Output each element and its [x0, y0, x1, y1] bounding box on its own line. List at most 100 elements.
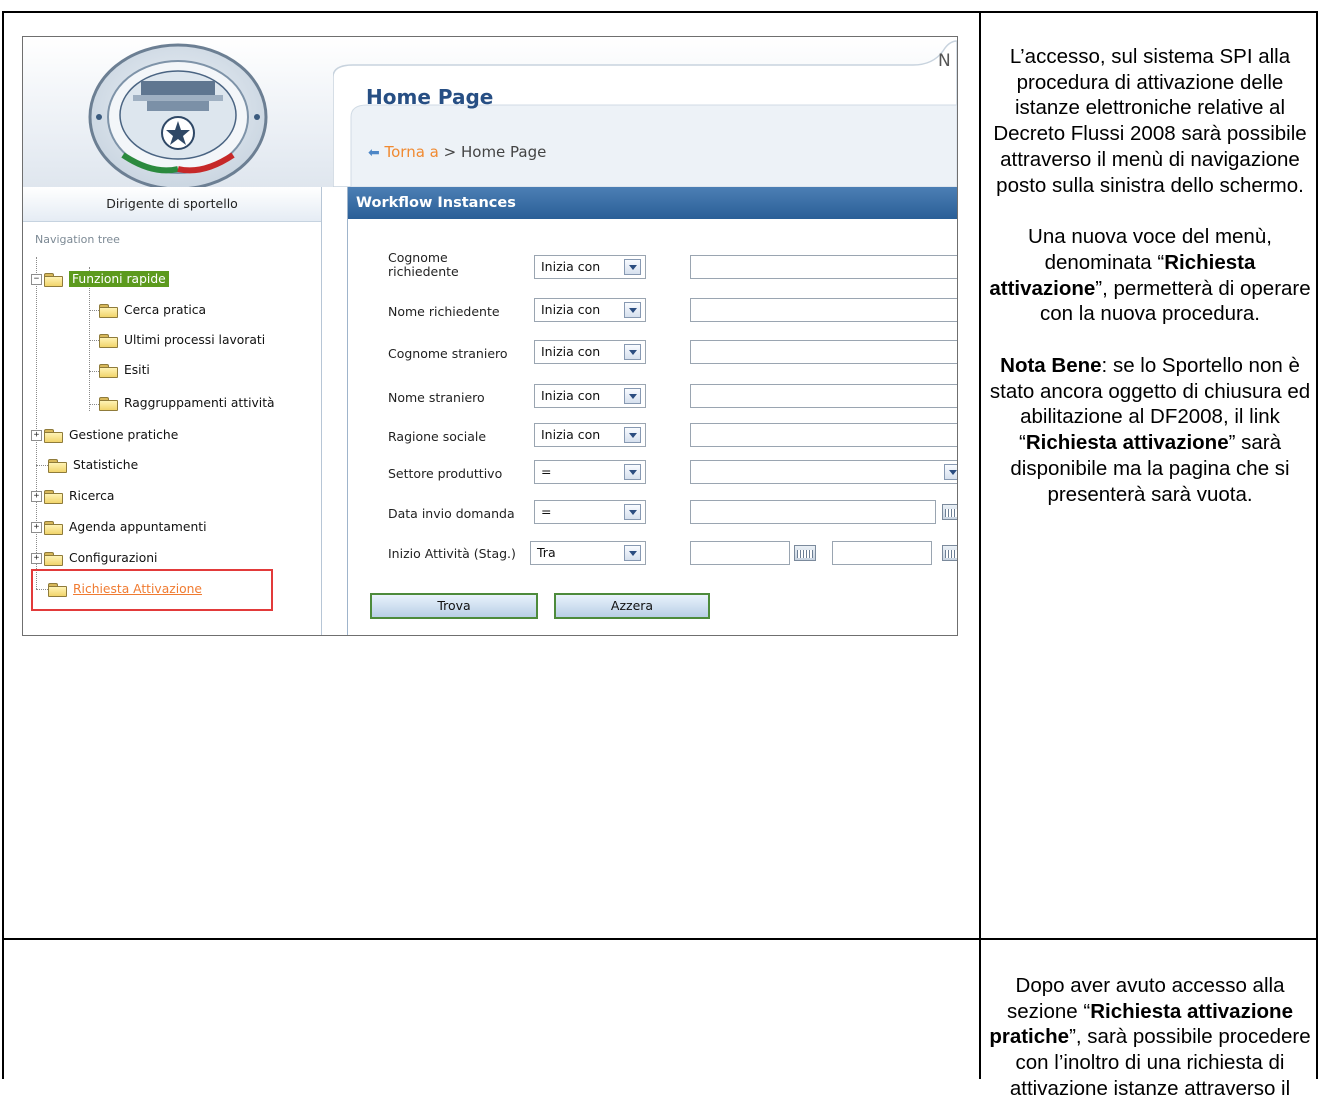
text-input[interactable]: [690, 255, 957, 279]
tree-item-richiesta-attivazione[interactable]: Richiesta Attivazione: [48, 582, 202, 597]
tree-item-label: Cerca pratica: [124, 303, 207, 317]
chevron-down-icon[interactable]: [624, 344, 641, 360]
operator-select[interactable]: Inizia con: [534, 384, 646, 408]
operator-select[interactable]: =: [534, 500, 646, 524]
text-input[interactable]: [690, 423, 957, 447]
tree-item-cerca-pratica[interactable]: Cerca pratica: [99, 303, 207, 318]
panel-title: Workflow Instances: [348, 187, 957, 219]
ministry-logo: [63, 37, 293, 191]
workflow-panel: Workflow Instances Cognome richiedente In…: [347, 187, 957, 635]
chevron-down-icon[interactable]: [624, 504, 641, 520]
tree-line: [89, 340, 99, 341]
form-label: Inizio Attività (Stag.): [388, 546, 516, 561]
chevron-down-icon[interactable]: [624, 388, 641, 404]
folder-icon: [44, 429, 63, 443]
tree-line: [89, 267, 90, 411]
folder-icon: [48, 583, 67, 597]
operator-select[interactable]: Tra: [530, 541, 646, 565]
collapse-icon[interactable]: −: [31, 274, 42, 285]
form-label: Settore produttivo: [388, 466, 503, 481]
operator-select[interactable]: Inizia con: [534, 298, 646, 322]
folder-icon: [99, 304, 118, 318]
tree-item-label: Raggruppamenti attività: [124, 396, 275, 410]
operator-select[interactable]: Inizia con: [534, 255, 646, 279]
text-input[interactable]: [690, 384, 957, 408]
text-input[interactable]: [690, 298, 957, 322]
folder-icon: [44, 521, 63, 535]
chevron-down-icon[interactable]: [624, 259, 641, 275]
chevron-down-icon[interactable]: [944, 464, 957, 480]
header-tab-shape: [333, 40, 957, 187]
folder-icon: [44, 552, 63, 566]
table-border-top: [2, 11, 1318, 13]
tree-item-raggruppamenti[interactable]: Raggruppamenti attività: [99, 396, 275, 411]
tree-item-funzioni-rapide[interactable]: − Funzioni rapide: [31, 271, 169, 287]
date-from-input[interactable]: [690, 541, 790, 565]
folder-icon: [99, 364, 118, 378]
description-text-1: L’accesso, sul sistema SPI alla procedur…: [984, 44, 1316, 507]
tree-line: [89, 310, 99, 311]
operator-select[interactable]: Inizia con: [534, 423, 646, 447]
tree-item-label: Statistiche: [73, 458, 139, 472]
text-input[interactable]: [690, 340, 957, 364]
reset-button[interactable]: Azzera: [554, 593, 710, 619]
tree-item-label: Richiesta Attivazione: [73, 582, 202, 596]
date-input[interactable]: [690, 500, 936, 524]
form-label: Ragione sociale: [388, 429, 487, 444]
chevron-down-icon[interactable]: [624, 302, 641, 318]
breadcrumb-separator: >: [438, 143, 461, 161]
form-label: Data invio domanda: [388, 506, 515, 521]
tree-item-statistiche[interactable]: Statistiche: [48, 458, 139, 473]
tree-line: [89, 404, 99, 405]
tree-item-label: Ultimi processi lavorati: [124, 333, 266, 347]
calendar-icon[interactable]: [942, 545, 957, 561]
chevron-down-icon[interactable]: [624, 427, 641, 443]
tree-item-label: Configurazioni: [69, 551, 158, 565]
chevron-down-icon[interactable]: [624, 545, 641, 561]
table-border-middle: [979, 11, 981, 1079]
description-text-2: Dopo aver avuto accesso alla sezione “Ri…: [984, 973, 1316, 1102]
tree-item-label: Agenda appuntamenti: [69, 520, 207, 534]
tree-item-ultimi-processi[interactable]: Ultimi processi lavorati: [99, 333, 266, 348]
expand-icon[interactable]: +: [31, 522, 42, 533]
sector-select[interactable]: [690, 460, 957, 484]
breadcrumb-current: Home Page: [460, 143, 547, 161]
date-to-input[interactable]: [832, 541, 932, 565]
tree-item-label: Gestione pratiche: [69, 428, 179, 442]
navigation-tree-title: Navigation tree: [35, 233, 120, 246]
tree-item-agenda[interactable]: + Agenda appuntamenti: [31, 520, 207, 535]
expand-icon[interactable]: +: [31, 553, 42, 564]
paragraph: L’accesso, sul sistema SPI alla procedur…: [993, 45, 1307, 197]
table-border-right: [1316, 11, 1318, 1079]
tree-item-gestione-pratiche[interactable]: + Gestione pratiche: [31, 428, 179, 443]
table-border-left: [2, 11, 4, 1079]
search-button[interactable]: Trova: [370, 593, 538, 619]
paragraph: Una nuova voce del menù, denominata “Ric…: [989, 225, 1311, 326]
user-role: Dirigente di sportello: [23, 187, 321, 222]
application-screenshot: N Home Page ⬅ Torna a > Home Page Dirige…: [22, 36, 958, 636]
tree-item-configurazioni[interactable]: + Configurazioni: [31, 551, 158, 566]
table-border-row: [2, 938, 1318, 940]
operator-select[interactable]: =: [534, 460, 646, 484]
calendar-icon[interactable]: [794, 545, 816, 561]
expand-icon[interactable]: +: [31, 491, 42, 502]
form-label: Nome straniero: [388, 390, 485, 405]
operator-select[interactable]: Inizia con: [534, 340, 646, 364]
tree-item-ricerca[interactable]: + Ricerca: [31, 489, 114, 504]
tree-item-esiti[interactable]: Esiti: [99, 363, 150, 378]
page-title: Home Page: [366, 85, 494, 109]
breadcrumb: ⬅ Torna a > Home Page: [368, 143, 546, 161]
paragraph: Nota Bene: se lo Sportello non è stato a…: [989, 354, 1311, 506]
folder-icon: [48, 459, 67, 473]
tree-line: [36, 465, 48, 466]
chevron-down-icon[interactable]: [624, 464, 641, 480]
calendar-icon[interactable]: [942, 504, 957, 520]
folder-icon: [44, 490, 63, 504]
folder-icon: [99, 397, 118, 411]
expand-icon[interactable]: +: [31, 430, 42, 441]
tree-item-label: Esiti: [124, 363, 150, 377]
sidebar: Dirigente di sportello Navigation tree: [23, 187, 322, 635]
form-label: Cognome straniero: [388, 346, 508, 361]
back-link[interactable]: Torna a: [385, 143, 439, 161]
back-arrow-icon[interactable]: ⬅: [368, 145, 380, 161]
